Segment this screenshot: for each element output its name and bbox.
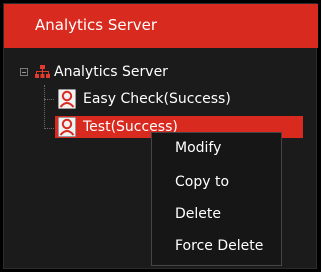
tree-connector-line bbox=[44, 128, 54, 129]
tree-root-label: Analytics Server bbox=[54, 64, 168, 80]
person-icon bbox=[58, 89, 76, 109]
person-icon bbox=[58, 117, 76, 137]
panel-title: Analytics Server bbox=[35, 16, 158, 34]
collapse-minus-icon[interactable] bbox=[20, 68, 28, 76]
menu-item-modify[interactable]: Modify bbox=[152, 133, 281, 163]
analytics-server-panel: Analytics Server Analytics Server Easy C… bbox=[3, 3, 318, 269]
menu-item-delete[interactable]: Delete bbox=[152, 199, 281, 229]
panel-header: Analytics Server bbox=[4, 4, 318, 48]
context-menu: Modify Copy to Delete Force Delete bbox=[151, 132, 282, 266]
tree-root-node[interactable]: Analytics Server bbox=[4, 62, 304, 84]
network-icon bbox=[35, 65, 50, 78]
menu-item-copy-to[interactable]: Copy to bbox=[152, 167, 281, 197]
menu-item-force-delete[interactable]: Force Delete bbox=[152, 231, 281, 261]
tree-item-label: Easy Check(Success) bbox=[83, 91, 231, 107]
tree-connector-line bbox=[44, 99, 54, 100]
tree-connector-line bbox=[44, 85, 45, 129]
tree-item-easy-check[interactable]: Easy Check(Success) bbox=[55, 88, 295, 110]
